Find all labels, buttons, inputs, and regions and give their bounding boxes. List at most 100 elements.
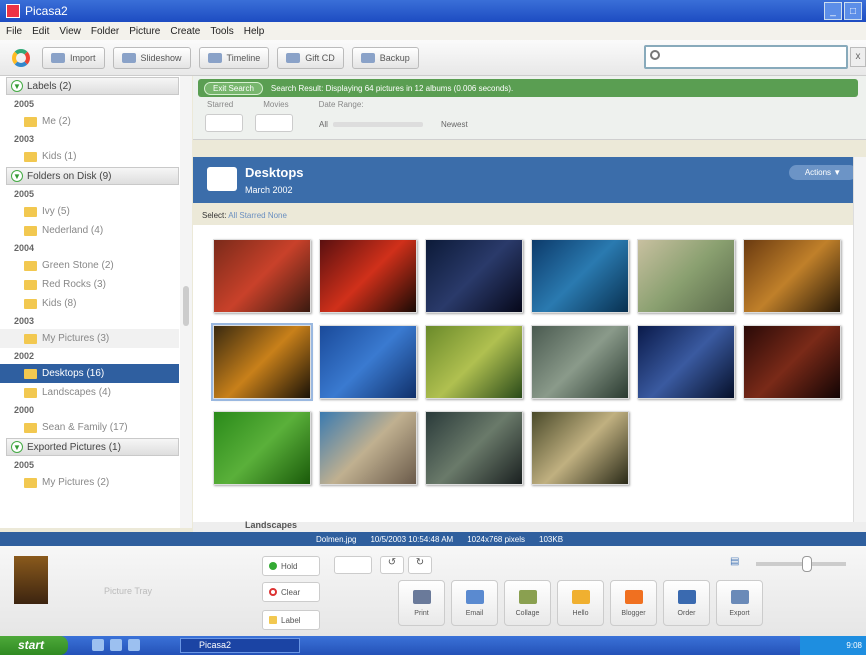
sidebar-item-exported-my-pictures[interactable]: My Pictures (2) — [0, 473, 191, 492]
menu-picture[interactable]: Picture — [129, 26, 160, 37]
sidebar-scrollbar[interactable] — [180, 76, 192, 528]
tray-thumbnail[interactable] — [14, 556, 48, 604]
sidebar-item-kids-label[interactable]: Kids (1) — [0, 147, 191, 166]
folder-icon — [24, 387, 37, 398]
quicklaunch-media-icon[interactable] — [128, 639, 140, 651]
export-button[interactable]: Export — [716, 580, 763, 626]
collapse-icon[interactable]: ▼ — [11, 170, 23, 182]
rotate-left-button[interactable]: ↺ — [380, 556, 404, 574]
starred-filter-toggle[interactable] — [205, 114, 243, 132]
result-text: Search Result: Displaying 64 pictures in… — [270, 83, 514, 93]
photo-thumbnail[interactable] — [531, 239, 629, 313]
quick-launch — [92, 639, 140, 651]
sidebar-item-red-rocks[interactable]: Red Rocks (3) — [0, 275, 191, 294]
clear-button[interactable]: Clear — [262, 582, 320, 602]
search-input[interactable] — [644, 45, 848, 69]
photo-thumbnail[interactable] — [213, 239, 311, 313]
main-scrollbar[interactable] — [853, 157, 866, 527]
collage-button[interactable]: Collage — [504, 580, 551, 626]
quicklaunch-desktop-icon[interactable] — [110, 639, 122, 651]
select-options[interactable]: All Starred None — [228, 211, 287, 220]
backup-button[interactable]: Backup — [351, 46, 419, 69]
folders-header[interactable]: ▼ Folders on Disk (9) — [6, 167, 179, 185]
date-range-label: Date Range: — [318, 100, 364, 109]
photo-thumbnail[interactable] — [531, 325, 629, 399]
photo-thumbnail[interactable] — [425, 239, 523, 313]
select-label: Select: — [202, 211, 227, 220]
exported-header[interactable]: ▼ Exported Pictures (1) — [6, 438, 179, 456]
quicklaunch-ie-icon[interactable] — [92, 639, 104, 651]
picasa-app-icon — [6, 4, 20, 18]
import-button[interactable]: Import — [42, 46, 105, 69]
menu-file[interactable]: File — [6, 26, 22, 37]
slideshow-icon — [121, 52, 136, 63]
scrollbar-thumb[interactable] — [183, 286, 189, 326]
giftcd-button[interactable]: Gift CD — [277, 46, 344, 69]
year-label: 2002 — [14, 351, 35, 361]
maximize-button[interactable]: □ — [844, 2, 862, 20]
menu-tools[interactable]: Tools — [210, 26, 233, 37]
album-actions-button[interactable]: Actions ▼ — [789, 165, 857, 180]
menu-edit[interactable]: Edit — [32, 26, 49, 37]
minimize-button[interactable]: _ — [824, 2, 842, 20]
photo-thumbnail[interactable] — [531, 411, 629, 485]
photo-thumbnail[interactable] — [743, 239, 841, 313]
timeline-button[interactable]: Timeline — [198, 46, 270, 69]
menu-view[interactable]: View — [59, 26, 81, 37]
folder-icon — [24, 368, 37, 379]
labels-header[interactable]: ▼ Labels (2) — [6, 77, 179, 95]
blogger-button[interactable]: Blogger — [610, 580, 657, 626]
email-icon — [465, 589, 484, 604]
order-button[interactable]: Order — [663, 580, 710, 626]
sidebar-item-nederland[interactable]: Nederland (4) — [0, 221, 191, 240]
photo-thumbnail[interactable] — [319, 239, 417, 313]
photo-thumbnail[interactable] — [637, 325, 735, 399]
search-clear-button[interactable]: x — [850, 47, 866, 67]
album-title: Desktops — [245, 165, 304, 180]
sidebar-item-green-stone[interactable]: Green Stone (2) — [0, 256, 191, 275]
photo-thumbnail[interactable] — [637, 239, 735, 313]
email-button[interactable]: Email — [451, 580, 498, 626]
zoom-slider[interactable] — [756, 562, 846, 566]
photo-thumbnail[interactable] — [211, 323, 313, 401]
status-file: Dolmen.jpg — [316, 534, 357, 544]
folder-icon — [24, 260, 37, 271]
menu-help[interactable]: Help — [244, 26, 265, 37]
start-button[interactable]: start — [0, 636, 68, 655]
print-button[interactable]: Print — [398, 580, 445, 626]
label-button[interactable]: Label — [262, 610, 320, 630]
blogger-icon — [624, 589, 643, 604]
date-range-slider[interactable] — [333, 122, 423, 127]
folder-icon — [24, 279, 37, 290]
menu-folder[interactable]: Folder — [91, 26, 119, 37]
hello-button[interactable]: Hello — [557, 580, 604, 626]
sidebar-item-kids[interactable]: Kids (8) — [0, 294, 191, 313]
exit-search-button[interactable]: Exit Search — [204, 81, 263, 95]
sidebar-item-my-pictures[interactable]: My Pictures (3) — [0, 329, 179, 348]
rotate-right-button[interactable]: ↻ — [408, 556, 432, 574]
slideshow-button[interactable]: Slideshow — [112, 46, 191, 69]
movies-filter-toggle[interactable] — [255, 114, 293, 132]
sidebar-item-desktops[interactable]: Desktops (16) — [0, 364, 179, 383]
collapse-icon[interactable]: ▼ — [11, 441, 23, 453]
hold-button[interactable]: Hold — [262, 556, 320, 576]
zoom-slider-knob[interactable] — [802, 556, 812, 572]
collapse-icon[interactable]: ▼ — [11, 80, 23, 92]
menu-create[interactable]: Create — [170, 26, 200, 37]
photo-thumbnail[interactable] — [425, 325, 523, 399]
photo-thumbnail[interactable] — [319, 325, 417, 399]
sidebar-item-me[interactable]: Me (2) — [0, 112, 191, 131]
photo-thumbnail[interactable] — [425, 411, 523, 485]
picture-tray: Picture Tray Hold Clear Label ↺ ↻ Print … — [0, 546, 866, 636]
blank-button[interactable] — [334, 556, 372, 574]
tray-label: Picture Tray — [104, 586, 153, 596]
photo-thumbnail[interactable] — [319, 411, 417, 485]
photo-thumbnail[interactable] — [213, 411, 311, 485]
year-label: 2005 — [14, 189, 35, 199]
photo-thumbnail[interactable] — [743, 325, 841, 399]
year-label: 2003 — [14, 134, 35, 144]
sidebar-item-landscapes[interactable]: Landscapes (4) — [0, 383, 191, 402]
taskbar-picasa[interactable]: Picasa2 — [180, 638, 300, 653]
sidebar-item-ivy[interactable]: Ivy (5) — [0, 202, 191, 221]
sidebar-item-sean-family[interactable]: Sean & Family (17) — [0, 418, 191, 437]
